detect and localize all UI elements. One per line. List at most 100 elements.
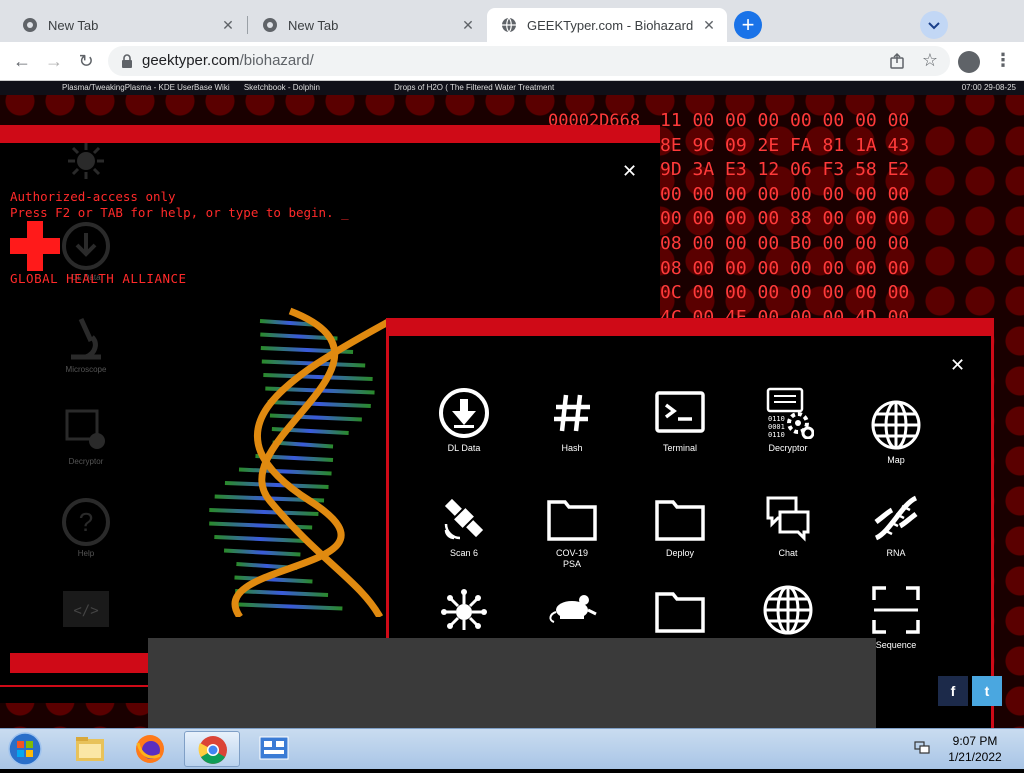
ghost-sidebar: DL Data Microscope Decryptor ? Help </>: [58, 141, 114, 681]
satellite-icon: [444, 498, 484, 540]
svg-text:0110: 0110: [768, 415, 785, 423]
dna-base-pair: [235, 589, 329, 597]
dna-base-pair: [269, 413, 362, 422]
tab-search-button[interactable]: [920, 11, 948, 39]
terminal-icon: [655, 391, 705, 433]
help-ghost-icon: ? Help: [58, 497, 114, 589]
url-path: /biohazard/: [239, 52, 314, 69]
virus-icon: [441, 589, 487, 630]
browser-toolbar: ← → ↻ geektyper.com/biohazard/ ☆ ⋮: [0, 42, 1024, 81]
app-launcher-close-icon[interactable]: ✕: [950, 355, 965, 376]
tab-title: New Tab: [48, 17, 99, 33]
chrome-icon: [198, 736, 227, 764]
chrome-favicon-icon: [263, 18, 277, 32]
tray-clock[interactable]: 9:07 PM 1/21/2022: [940, 733, 1010, 765]
dna-base-pair: [223, 548, 301, 557]
red-cross-icon: [10, 221, 60, 271]
app-hash[interactable]: Hash: [527, 387, 617, 454]
tab-close-icon[interactable]: ✕: [220, 17, 236, 33]
panel-task[interactable]: Plasma/TweakingPlasma - KDE UserBase Wik…: [56, 81, 236, 95]
back-button[interactable]: ←: [10, 49, 34, 73]
app-cov19-psa[interactable]: COV-19 PSA: [527, 492, 617, 570]
taskbar-explorer[interactable]: [62, 731, 118, 767]
app-terminal[interactable]: Terminal: [635, 387, 725, 454]
windows-taskbar: 9:07 PM 1/21/2022: [0, 728, 1024, 769]
svg-text:0001: 0001: [768, 423, 785, 431]
app-label: Scan 6: [449, 548, 479, 558]
hex-row: 0C 00 00 00 00 00 00 00: [660, 282, 910, 304]
app-label: Deploy: [665, 548, 694, 558]
dna-base-pair: [234, 575, 313, 584]
ghost-label: Microscope: [65, 365, 107, 374]
app-folder[interactable]: [635, 584, 725, 640]
tab-title: New Tab: [288, 17, 339, 33]
terminal-line: Press F2 or TAB for help, or type to beg…: [10, 205, 349, 220]
facebook-button[interactable]: f: [938, 676, 968, 706]
tab-close-icon[interactable]: ✕: [460, 17, 476, 33]
bookmark-star-icon[interactable]: ☆: [922, 50, 938, 71]
remote-desktop-panel: Plasma/TweakingPlasma - KDE UserBase Wik…: [0, 81, 1024, 95]
taskbar-firefox[interactable]: [122, 731, 178, 767]
browser-menu-icon[interactable]: ⋮: [994, 50, 1012, 71]
app-label: Decryptor: [768, 443, 808, 453]
terminal-output: Authorized-access only Press F2 or TAB fo…: [10, 189, 349, 221]
app-mouse[interactable]: [527, 584, 617, 640]
chat-icon: [766, 496, 810, 542]
new-tab-button[interactable]: +: [734, 11, 762, 39]
app-globe[interactable]: [743, 584, 833, 640]
app-label: RNA: [886, 548, 906, 558]
tray-time: 9:07 PM: [952, 734, 998, 748]
hex-row: 9D 3A E3 12 06 F3 58 E2: [660, 159, 910, 181]
app-rna[interactable]: RNA: [851, 492, 941, 559]
panel-task[interactable]: Sketchbook - Dolphin: [238, 81, 326, 95]
terminal-close-icon[interactable]: ✕: [622, 161, 637, 182]
share-icon[interactable]: [888, 52, 906, 70]
folder-icon: [547, 500, 597, 541]
app-dl-data[interactable]: DL Data: [419, 387, 509, 454]
profile-avatar[interactable]: [958, 51, 980, 73]
app-deploy[interactable]: Deploy: [635, 492, 725, 559]
twitter-icon: t: [984, 683, 990, 699]
forward-button[interactable]: →: [42, 49, 66, 73]
app-chat[interactable]: Chat: [743, 492, 833, 559]
panel-task[interactable]: Drops of H2O ( The Filtered Water Treatm…: [388, 81, 560, 95]
download-icon: [439, 388, 489, 438]
folder-icon: [655, 592, 705, 633]
taskbar-chrome[interactable]: [184, 731, 240, 767]
control-panel-icon: [259, 736, 289, 760]
taskbar-control-panel[interactable]: [246, 731, 302, 767]
chrome-favicon-icon: [23, 18, 37, 32]
start-orb-icon[interactable]: [5, 731, 45, 767]
address-bar[interactable]: geektyper.com/biohazard/ ☆: [108, 46, 950, 76]
app-label: COV-19 PSA: [555, 548, 588, 569]
globe-favicon-icon: [502, 17, 516, 33]
firefox-icon: [136, 735, 164, 763]
hex-row: 11 00 00 00 00 00 00 00: [660, 110, 910, 131]
decryptor-ghost-icon: Decryptor: [58, 405, 114, 497]
app-virus[interactable]: [419, 584, 509, 640]
tab-geektyper[interactable]: GEEKTyper.com - Biohazard ✕: [487, 8, 727, 42]
app-decryptor[interactable]: 0110 0001 0110 Decryptor: [743, 387, 833, 454]
microscope-ghost-icon: Microscope: [58, 313, 114, 405]
decryptor-icon: 011000010110: [766, 387, 814, 439]
dna-base-pair: [224, 481, 329, 489]
dna-base-pair: [267, 400, 371, 408]
twitter-button[interactable]: t: [972, 676, 1002, 706]
app-scan-6[interactable]: Scan 6: [419, 492, 509, 559]
globe-icon: [763, 585, 813, 635]
tab-close-icon[interactable]: ✕: [701, 17, 717, 33]
download-ghost-icon: DL Data: [58, 221, 114, 313]
tab-new-tab-1[interactable]: New Tab ✕: [8, 8, 246, 42]
network-tray-icon[interactable]: [914, 741, 930, 755]
tab-new-tab-2[interactable]: New Tab ✕: [248, 8, 486, 42]
dna-helix-visual: [160, 301, 390, 617]
app-label: Chat: [778, 548, 798, 558]
url-text: geektyper.com/biohazard/: [142, 52, 314, 69]
app-map[interactable]: Map: [851, 399, 941, 466]
reload-button[interactable]: ↻: [74, 49, 98, 73]
terminal-line: Authorized-access only: [10, 189, 176, 204]
hash-icon: [554, 394, 590, 432]
svg-text:</>: </>: [73, 603, 98, 619]
tab-title: GEEKTyper.com - Biohazard: [527, 17, 694, 33]
hex-row: 08 00 00 00 B0 00 00 00: [660, 232, 910, 254]
